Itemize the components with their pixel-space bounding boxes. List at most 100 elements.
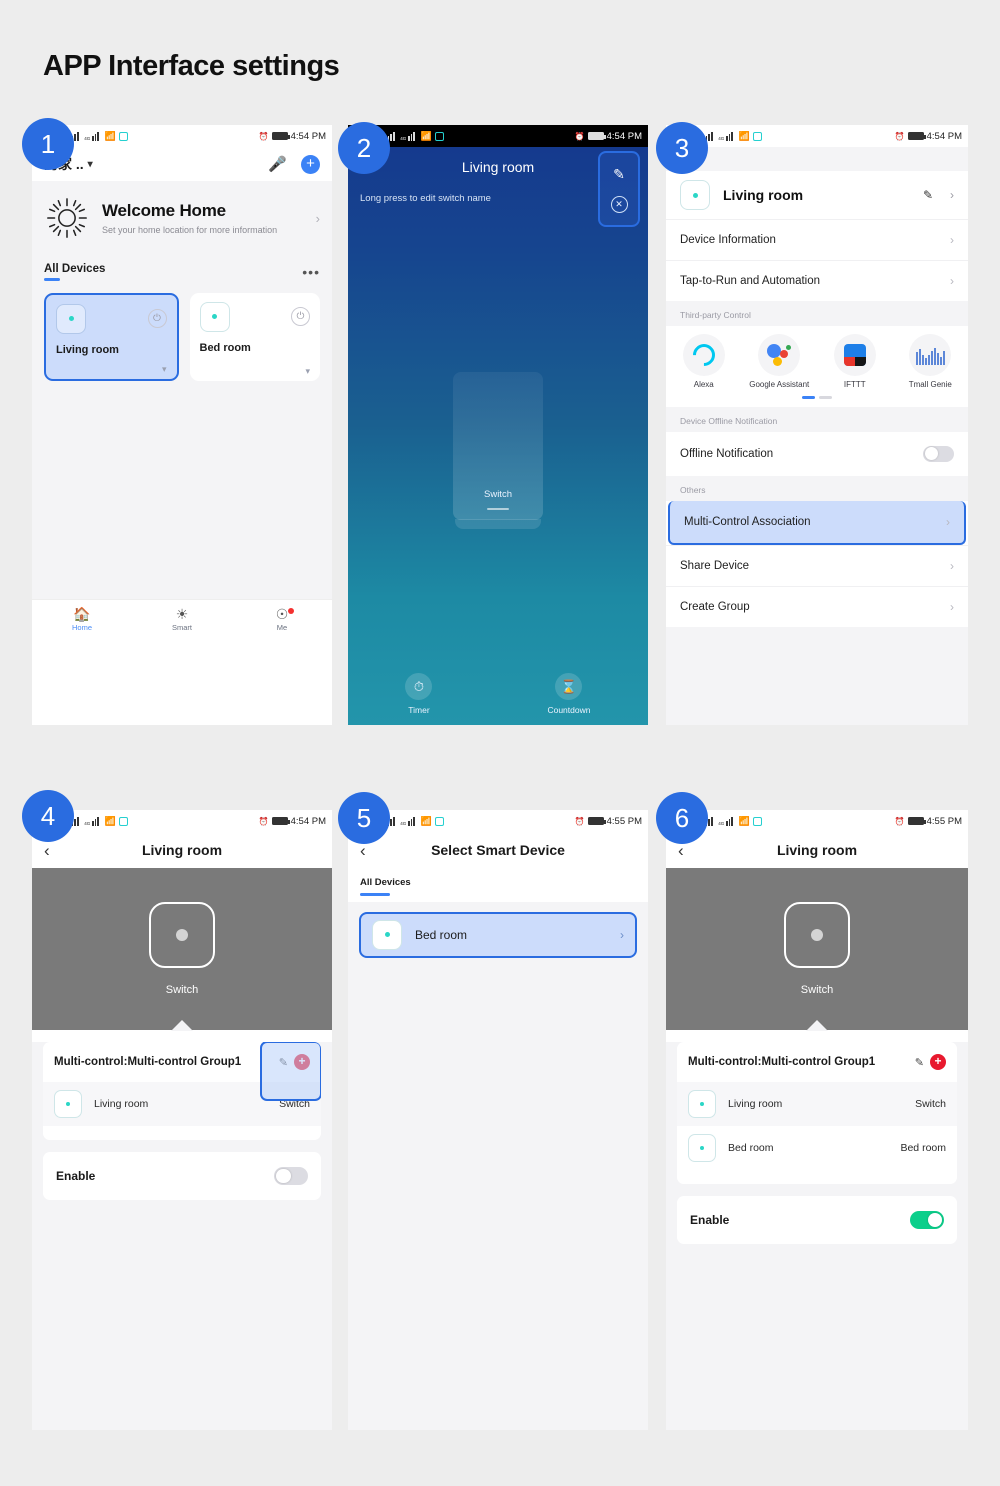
- settings-row-list: Device Information › Tap-to-Run and Auto…: [666, 219, 968, 301]
- device-name: Living room: [723, 187, 804, 203]
- switch-icon: [54, 1090, 82, 1118]
- power-icon[interactable]: ⏻: [291, 307, 310, 326]
- row-offline-notification[interactable]: Offline Notification: [666, 432, 968, 476]
- third-party-tmall-genie[interactable]: Tmall Genie: [893, 334, 969, 390]
- pencil-icon[interactable]: ✎: [613, 166, 625, 183]
- power-icon[interactable]: ⏻: [147, 309, 167, 328]
- microphone-icon[interactable]: 🎤: [268, 155, 287, 173]
- third-party-label: Tmall Genie: [908, 380, 952, 389]
- chevron-right-icon: ›: [950, 599, 954, 614]
- battery-icon: [587, 817, 606, 825]
- switch-label: Switch: [484, 488, 512, 500]
- offline-notification-toggle[interactable]: [923, 445, 954, 462]
- switch-icon: [56, 303, 86, 334]
- device-card-living-room[interactable]: ⏻ Living room ▾: [44, 292, 179, 381]
- row-device-information[interactable]: Device Information ›: [666, 219, 968, 260]
- switch-card[interactable]: Switch: [453, 372, 543, 529]
- group-member-row[interactable]: Bed room Bed room: [677, 1126, 957, 1170]
- group-member-row[interactable]: Living room Switch: [43, 1082, 321, 1126]
- device-grid: ⏻ Living room ▾ ⏻ Bed room ▾: [44, 292, 320, 381]
- tools-bar: ⏱ Timer ⌛ Countdown: [348, 673, 648, 715]
- switch-icon: [688, 1134, 716, 1162]
- third-party-google-assistant[interactable]: Google Assistant: [742, 334, 818, 390]
- third-party-ifttt[interactable]: IFTTT: [817, 334, 893, 390]
- pencil-icon[interactable]: ✎: [279, 1056, 288, 1069]
- card-spacer: [677, 1170, 957, 1184]
- nav-label: Home: [71, 622, 92, 632]
- third-party-alexa[interactable]: Alexa: [666, 334, 742, 390]
- row-tap-to-run[interactable]: Tap-to-Run and Automation ›: [666, 260, 968, 301]
- multi-control-body: Multi-control:Multi-control Group1 ✎ + L…: [666, 1042, 968, 1430]
- pencil-icon[interactable]: ✎: [915, 1056, 924, 1069]
- pencil-icon[interactable]: ✎: [923, 188, 933, 202]
- back-chevron-icon[interactable]: ‹: [44, 842, 50, 859]
- device-header-row[interactable]: Living room ✎ ›: [666, 171, 968, 219]
- wifi-icon: 📶: [738, 130, 750, 141]
- status-bar: bile ile HD 2G 4G 📶 ⏰ 4:55 PM: [666, 810, 968, 832]
- screen-title: Living room: [461, 159, 535, 175]
- row-label: Device Information: [680, 234, 776, 246]
- devices-section: All Devices ••• ⏻ Living room ▾ ⏻ Bed ro…: [32, 257, 332, 381]
- chevron-right-icon: ›: [620, 927, 624, 942]
- status-right: ⏰ 4:54 PM: [259, 816, 326, 827]
- group-member-row[interactable]: Living room Switch: [677, 1082, 957, 1126]
- tool-timer[interactable]: ⏱ Timer: [405, 673, 433, 715]
- nav-item-home[interactable]: 🏠 Home: [32, 606, 132, 632]
- switch-handle[interactable]: [487, 507, 509, 510]
- close-circle-icon[interactable]: ✕: [610, 195, 628, 213]
- nav-item-me[interactable]: ☉ Me: [232, 606, 332, 632]
- device-name: Bed room: [199, 341, 251, 354]
- nav-item-smart[interactable]: ☀ Smart: [132, 605, 232, 632]
- tab-all-devices[interactable]: All Devices: [360, 877, 636, 888]
- third-party-label: Google Assistant: [749, 380, 810, 389]
- smart-icon: ☀: [175, 605, 189, 622]
- chevron-down-icon[interactable]: ▾: [305, 366, 310, 377]
- row-create-group[interactable]: Create Group ›: [666, 585, 968, 627]
- back-chevron-icon[interactable]: ‹: [678, 842, 684, 859]
- status-time: 4:54 PM: [290, 815, 326, 827]
- more-options-icon[interactable]: •••: [302, 264, 320, 280]
- status-bar: bile ile HD 2G 4G 📶 ⏰ 4:54 PM: [32, 125, 332, 147]
- screen-header: ‹ Living room: [32, 832, 332, 868]
- enable-toggle[interactable]: [910, 1211, 944, 1229]
- multi-control-header: Multi-control:Multi-control Group1 ✎ +: [43, 1042, 321, 1082]
- multi-control-header: Multi-control:Multi-control Group1 ✎ +: [677, 1042, 957, 1082]
- switch-icon: [688, 1090, 716, 1118]
- enable-label: Enable: [56, 1169, 96, 1183]
- add-circle-icon[interactable]: +: [930, 1054, 946, 1070]
- member-name: Bed room: [728, 1142, 774, 1154]
- row-multi-control-association[interactable]: Multi-Control Association ›: [668, 500, 966, 545]
- row-share-device[interactable]: Share Device ›: [666, 544, 968, 586]
- switch-icon: [680, 180, 710, 210]
- back-chevron-icon[interactable]: ‹: [360, 842, 366, 859]
- step-badge-5: 5: [338, 792, 390, 844]
- alarm-icon: ⏰: [258, 816, 269, 826]
- chevron-down-icon[interactable]: ▾: [162, 364, 167, 375]
- welcome-card[interactable]: Welcome Home Set your home location for …: [32, 181, 332, 257]
- app-indicator-icon: [118, 816, 128, 826]
- device-card-bed-room[interactable]: ⏻ Bed room ▾: [189, 292, 320, 381]
- switch-icon[interactable]: [784, 902, 850, 968]
- highlight-action-box: ✎ ✕: [598, 151, 640, 227]
- signal-icon-2: 4G: [84, 816, 101, 826]
- tab-all-devices[interactable]: All Devices: [44, 263, 105, 275]
- switch-label: Switch: [800, 984, 834, 996]
- plus-icon[interactable]: +: [301, 154, 320, 174]
- device-option-bed-room[interactable]: Bed room ›: [359, 911, 637, 958]
- enable-toggle[interactable]: [274, 1167, 308, 1185]
- chevron-right-icon: ›: [315, 210, 320, 226]
- device-card-top: ⏻: [199, 301, 310, 332]
- tab-underline: [44, 278, 60, 281]
- switch-icon[interactable]: [149, 902, 215, 968]
- notification-badge: [288, 607, 294, 614]
- switch-icon: [372, 919, 402, 950]
- offline-row-list: Offline Notification: [666, 431, 968, 476]
- status-right: ⏰ 4:54 PM: [575, 131, 642, 142]
- tool-countdown[interactable]: ⌛ Countdown: [547, 673, 590, 715]
- add-circle-icon[interactable]: +: [294, 1054, 310, 1070]
- third-party-label: Alexa: [693, 380, 714, 389]
- multi-control-body: Multi-control:Multi-control Group1 ✎ + L…: [32, 1042, 332, 1430]
- welcome-subtitle: Set your home location for more informat…: [102, 224, 278, 235]
- app-indicator-icon: [752, 816, 762, 826]
- phone-screen-1: bile ile HD 2G 4G 📶 ⏰ 4:54 PM 的家 .. ▾: [32, 125, 332, 725]
